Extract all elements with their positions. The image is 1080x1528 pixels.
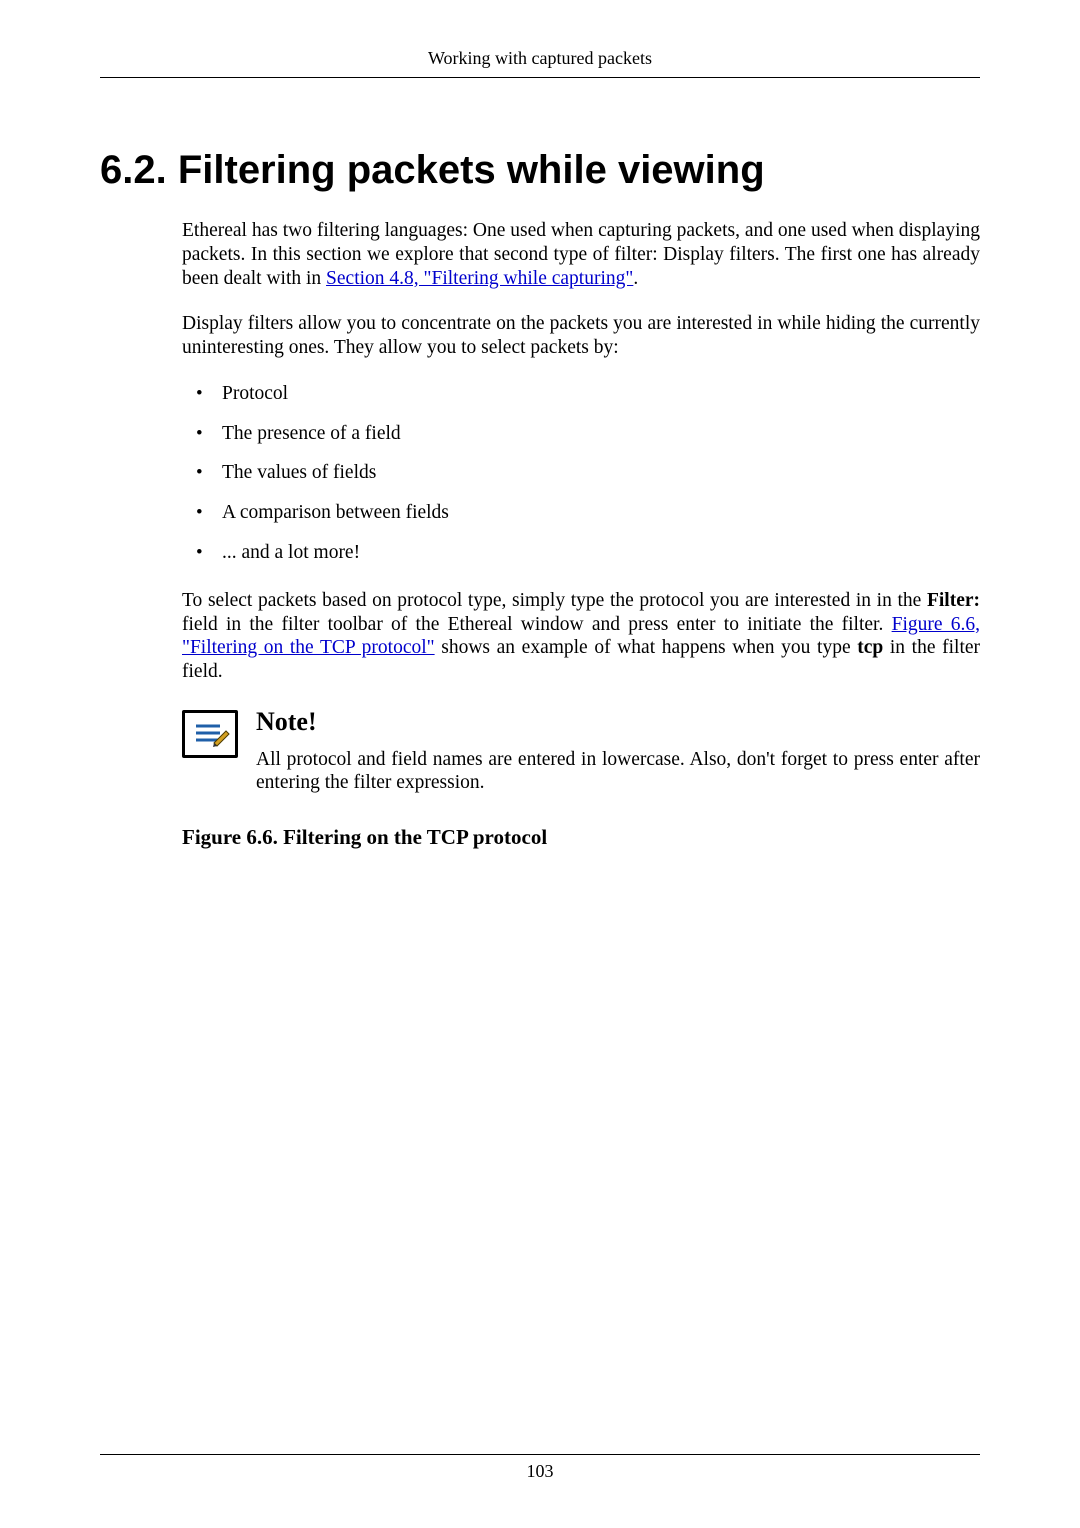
footer-rule (100, 1454, 980, 1455)
note-text: All protocol and field names are entered… (256, 748, 980, 796)
list-item: Protocol (182, 382, 980, 406)
note-content: Note! All protocol and field names are e… (256, 706, 980, 795)
body-column: Ethereal has two filtering languages: On… (182, 219, 980, 851)
text: To select packets based on protocol type… (182, 590, 927, 611)
header-rule (100, 77, 980, 78)
running-head: Working with captured packets (100, 48, 980, 69)
page-number: 103 (100, 1461, 980, 1482)
figure-caption: Figure 6.6. Filtering on the TCP protoco… (182, 825, 980, 851)
note-lines-icon (190, 719, 230, 749)
page: Working with captured packets 6.2. Filte… (0, 0, 1080, 1528)
list-item: The values of fields (182, 461, 980, 485)
list-item: ... and a lot more! (182, 541, 980, 565)
text: . (633, 268, 638, 289)
note-icon (182, 710, 238, 758)
paragraph-2: Display filters allow you to concentrate… (182, 312, 980, 360)
bold-filter: Filter: (927, 590, 980, 611)
text: shows an example of what happens when yo… (435, 637, 858, 658)
bullet-list: Protocol The presence of a field The val… (182, 382, 980, 565)
list-item: A comparison between fields (182, 501, 980, 525)
note-block: Note! All protocol and field names are e… (182, 706, 980, 795)
text: field in the filter toolbar of the Ether… (182, 614, 892, 635)
section-title: 6.2. Filtering packets while viewing (100, 148, 980, 193)
bold-tcp: tcp (857, 637, 883, 658)
link-section-4-8[interactable]: Section 4.8, "Filtering while capturing" (326, 268, 633, 289)
list-item: The presence of a field (182, 422, 980, 446)
paragraph-3: To select packets based on protocol type… (182, 589, 980, 684)
note-heading: Note! (256, 706, 980, 738)
footer: 103 (100, 1454, 980, 1482)
paragraph-1: Ethereal has two filtering languages: On… (182, 219, 980, 290)
